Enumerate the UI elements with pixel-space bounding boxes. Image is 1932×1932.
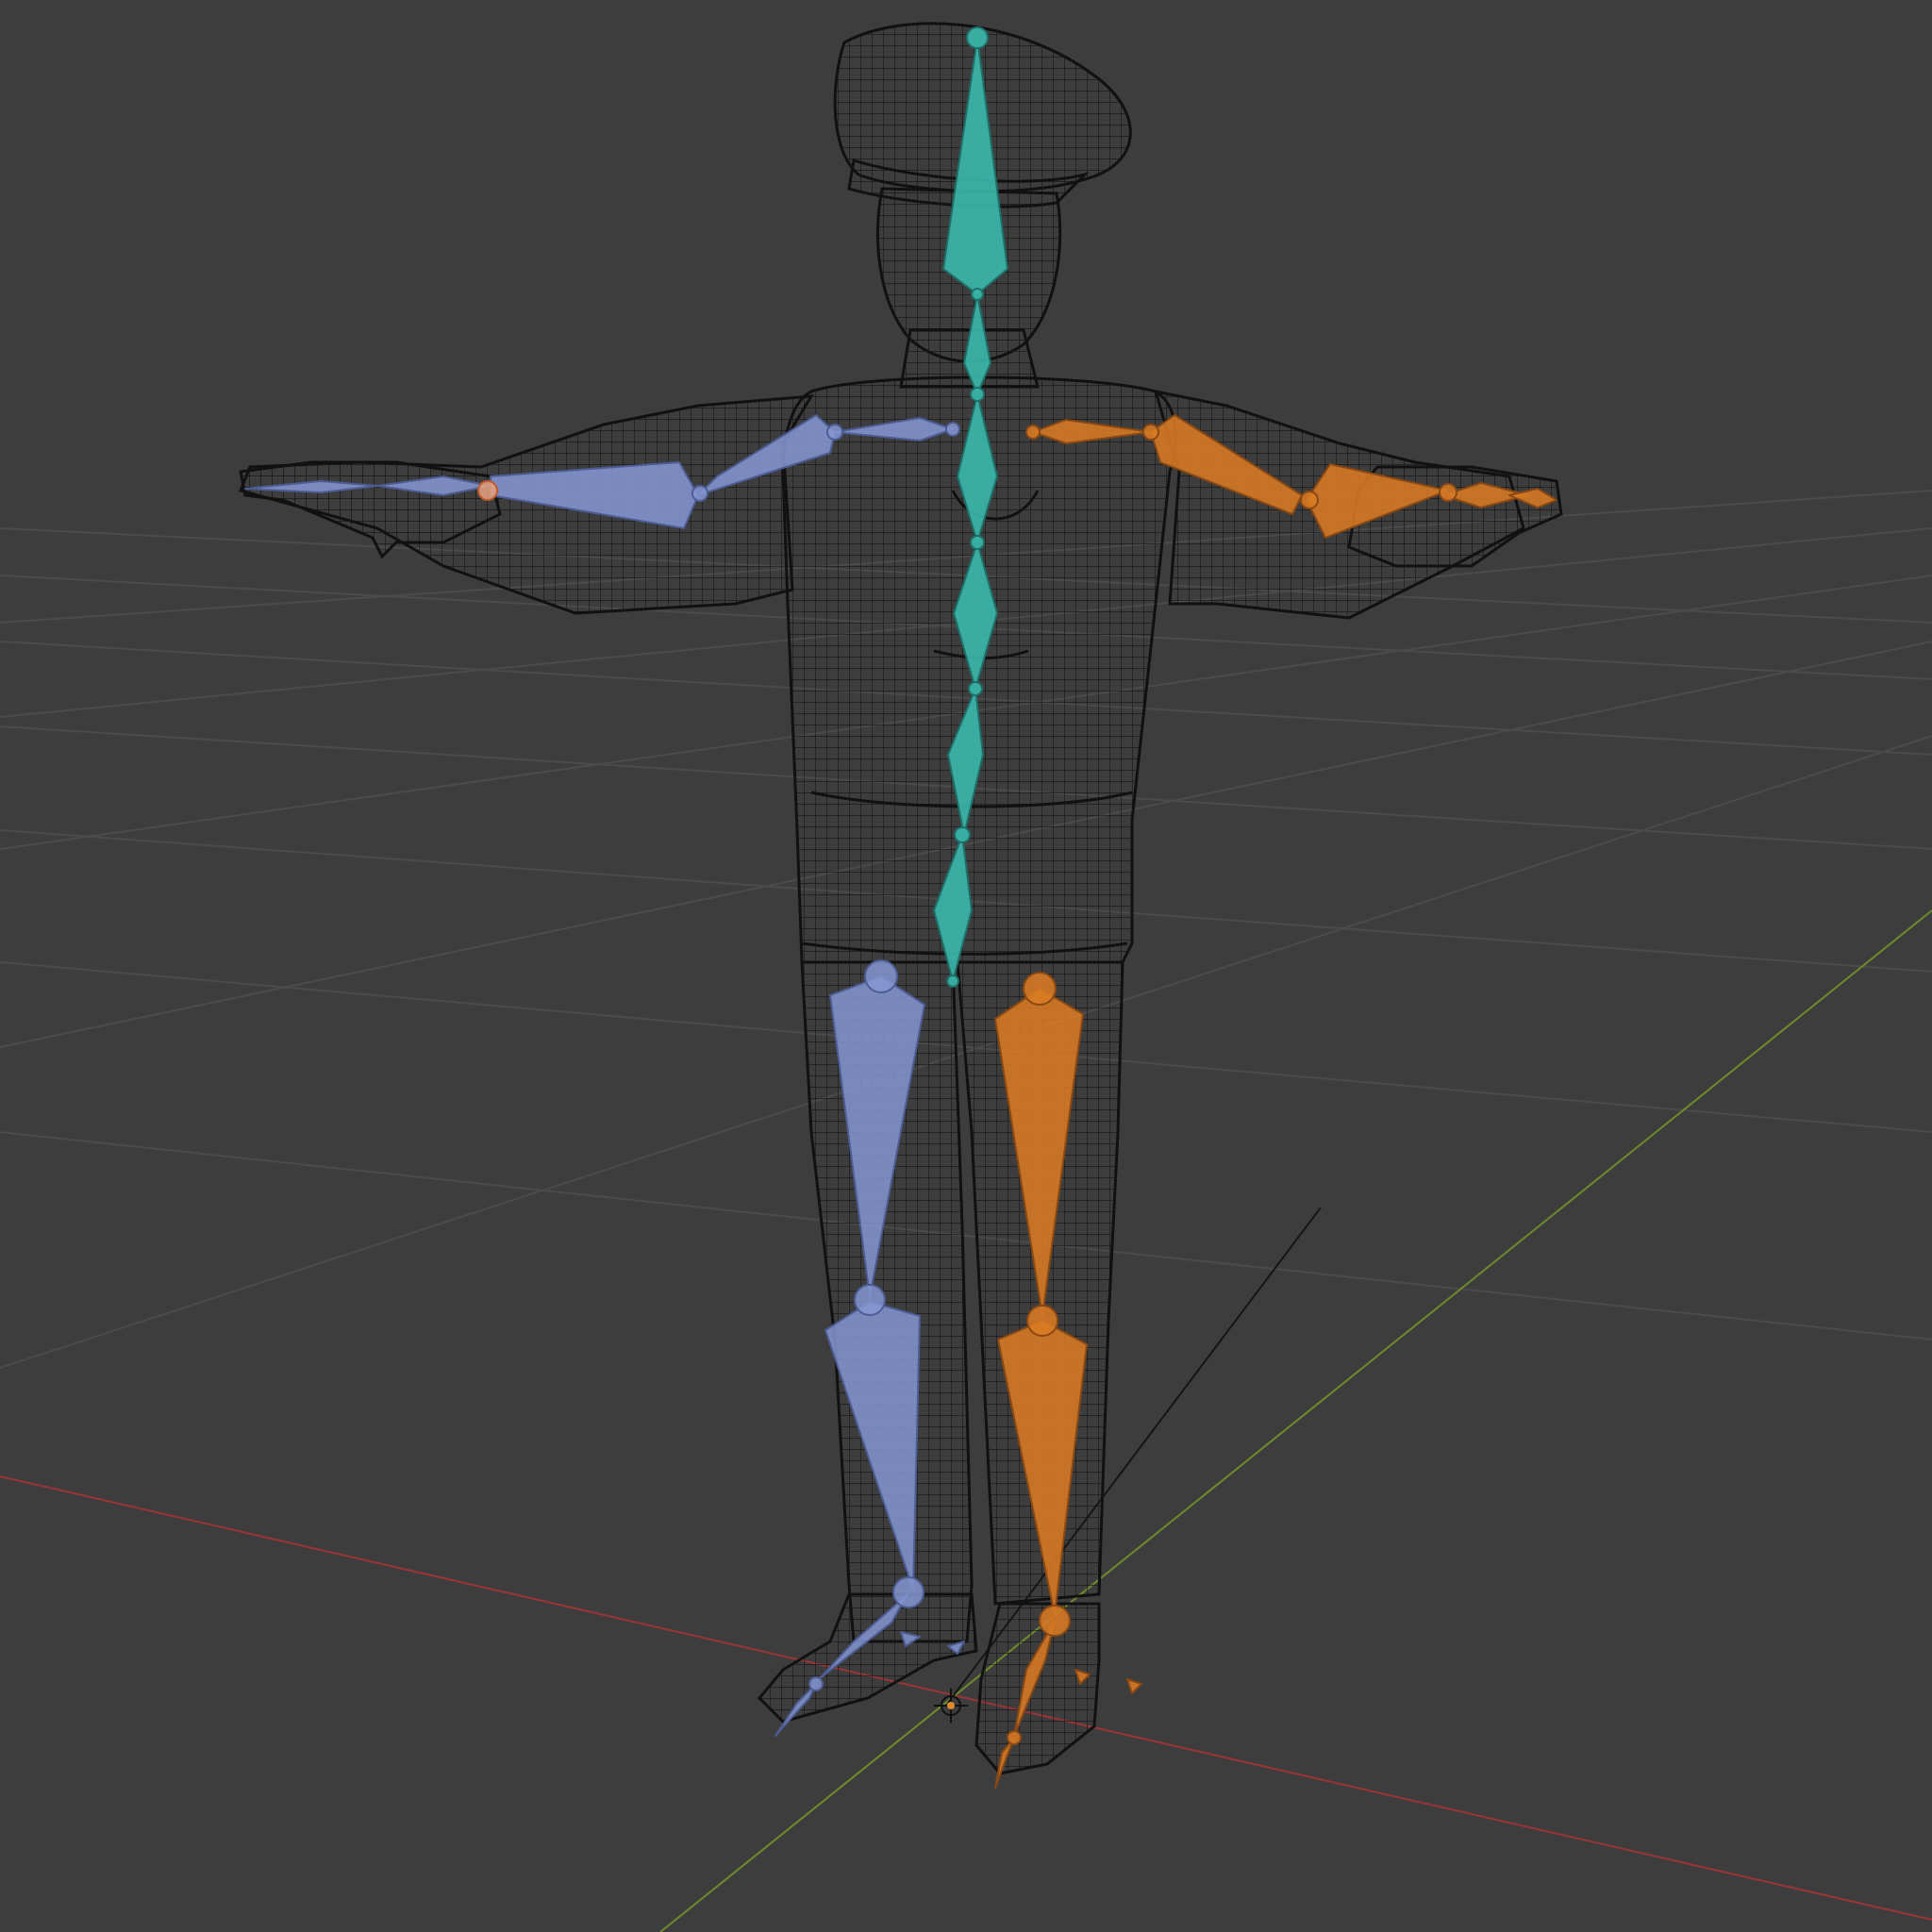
joint-elbow-r[interactable]: [1300, 491, 1319, 509]
joint-ankle-r[interactable]: [1039, 1605, 1071, 1637]
joint-knee-r[interactable]: [1026, 1305, 1058, 1337]
joint-spine[interactable]: [970, 535, 985, 550]
joint-ball-l[interactable]: [808, 1676, 824, 1691]
joint-waist[interactable]: [968, 681, 983, 696]
joint-elbow-l[interactable]: [691, 485, 708, 502]
joint-hip-r[interactable]: [1023, 972, 1057, 1006]
joint-shoulder-l[interactable]: [826, 424, 843, 441]
joint-ankle-l[interactable]: [892, 1576, 924, 1608]
joint-neck[interactable]: [971, 288, 984, 301]
viewport-canvas[interactable]: [0, 0, 1932, 1932]
joint-hip-l[interactable]: [864, 959, 898, 993]
joint-chest[interactable]: [970, 387, 985, 402]
joint-head-tip[interactable]: [966, 26, 989, 49]
joint-clavicle-l[interactable]: [945, 422, 960, 437]
3d-viewport[interactable]: [0, 0, 1932, 1932]
joint-pelvis[interactable]: [954, 826, 971, 843]
joint-hip-root[interactable]: [946, 974, 959, 988]
joint-wrist-l[interactable]: [477, 480, 498, 501]
joint-knee-l[interactable]: [854, 1284, 886, 1316]
joint-clavicle-r[interactable]: [1025, 425, 1041, 440]
joint-ball-r[interactable]: [1007, 1730, 1022, 1745]
joint-wrist-r[interactable]: [1439, 483, 1457, 502]
joint-shoulder-r[interactable]: [1142, 424, 1159, 441]
